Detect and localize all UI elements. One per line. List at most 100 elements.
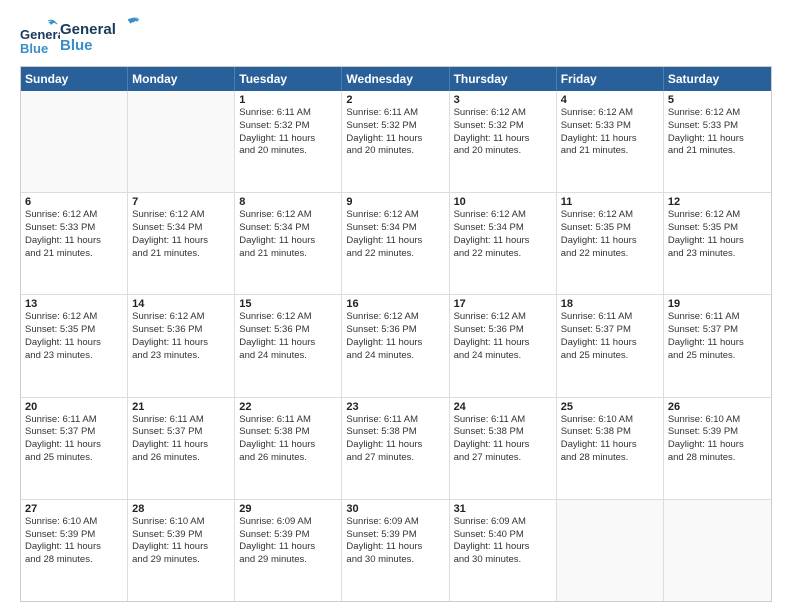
day-number: 10 [454,196,552,208]
cell-info-line: Sunset: 5:32 PM [454,120,552,133]
calendar-cell: 24Sunrise: 6:11 AMSunset: 5:38 PMDayligh… [450,398,557,499]
calendar-cell: 15Sunrise: 6:12 AMSunset: 5:36 PMDayligh… [235,295,342,396]
calendar: SundayMondayTuesdayWednesdayThursdayFrid… [20,66,772,602]
cell-info-line: Sunset: 5:37 PM [561,324,659,337]
cell-info-line: Sunrise: 6:12 AM [25,209,123,222]
cell-info-line: Sunset: 5:39 PM [346,529,444,542]
cell-info-line: Daylight: 11 hours [346,541,444,554]
calendar-cell: 7Sunrise: 6:12 AMSunset: 5:34 PMDaylight… [128,193,235,294]
cell-info-line: and 26 minutes. [239,452,337,465]
cell-info-line: Sunset: 5:39 PM [239,529,337,542]
day-number: 23 [346,401,444,413]
cell-info-line: and 25 minutes. [25,452,123,465]
day-number: 4 [561,94,659,106]
cell-info-line: Sunrise: 6:11 AM [25,414,123,427]
calendar-cell: 17Sunrise: 6:12 AMSunset: 5:36 PMDayligh… [450,295,557,396]
day-number: 21 [132,401,230,413]
cell-info-line: Sunrise: 6:10 AM [25,516,123,529]
cell-info-line: and 21 minutes. [239,248,337,261]
day-number: 24 [454,401,552,413]
day-number: 22 [239,401,337,413]
cell-info-line: and 20 minutes. [239,145,337,158]
cell-info-line: Sunrise: 6:12 AM [561,209,659,222]
svg-text:Blue: Blue [20,41,48,56]
cell-info-line: and 30 minutes. [346,554,444,567]
cell-info-line: Sunrise: 6:12 AM [239,209,337,222]
calendar-cell: 6Sunrise: 6:12 AMSunset: 5:33 PMDaylight… [21,193,128,294]
cell-info-line: and 28 minutes. [668,452,767,465]
day-number: 2 [346,94,444,106]
cell-info-line: Sunrise: 6:12 AM [454,209,552,222]
cell-info-line: Daylight: 11 hours [239,337,337,350]
cell-info-line: Sunset: 5:38 PM [239,426,337,439]
cell-info-line: Sunset: 5:36 PM [239,324,337,337]
logo-general-text: General [60,21,116,38]
calendar-cell: 16Sunrise: 6:12 AMSunset: 5:36 PMDayligh… [342,295,449,396]
day-number: 12 [668,196,767,208]
cell-info-line: Sunset: 5:32 PM [346,120,444,133]
day-number: 19 [668,298,767,310]
logo-icon: General Blue [20,17,60,57]
cell-info-line: Sunrise: 6:10 AM [132,516,230,529]
cell-info-line: Daylight: 11 hours [561,439,659,452]
cell-info-line: and 22 minutes. [561,248,659,261]
calendar-body: 1Sunrise: 6:11 AMSunset: 5:32 PMDaylight… [21,91,771,601]
cell-info-line: and 25 minutes. [561,350,659,363]
cell-info-line: Sunset: 5:32 PM [239,120,337,133]
day-number: 26 [668,401,767,413]
cell-info-line: Sunrise: 6:12 AM [454,107,552,120]
cell-info-line: Daylight: 11 hours [25,541,123,554]
cell-info-line: Daylight: 11 hours [668,133,767,146]
cell-info-line: Sunrise: 6:11 AM [346,414,444,427]
cell-info-line: Daylight: 11 hours [132,439,230,452]
cell-info-line: and 28 minutes. [561,452,659,465]
cell-info-line: Daylight: 11 hours [25,235,123,248]
cell-info-line: Sunset: 5:35 PM [25,324,123,337]
calendar-cell [21,91,128,192]
cell-info-line: Sunrise: 6:12 AM [668,209,767,222]
cell-info-line: Sunrise: 6:12 AM [668,107,767,120]
page: General Blue General Blue SundayMondayT [0,0,792,612]
calendar-cell: 28Sunrise: 6:10 AMSunset: 5:39 PMDayligh… [128,500,235,601]
day-number: 16 [346,298,444,310]
day-number: 29 [239,503,337,515]
cell-info-line: and 20 minutes. [454,145,552,158]
cell-info-line: and 26 minutes. [132,452,230,465]
cell-info-line: Daylight: 11 hours [346,337,444,350]
cell-info-line: and 29 minutes. [239,554,337,567]
cell-info-line: and 21 minutes. [668,145,767,158]
day-number: 27 [25,503,123,515]
cell-info-line: Sunset: 5:33 PM [25,222,123,235]
weekday-header-friday: Friday [557,67,664,91]
cell-info-line: and 24 minutes. [346,350,444,363]
day-number: 1 [239,94,337,106]
cell-info-line: Sunset: 5:35 PM [561,222,659,235]
cell-info-line: and 29 minutes. [132,554,230,567]
cell-info-line: Sunset: 5:36 PM [454,324,552,337]
cell-info-line: Sunrise: 6:11 AM [239,107,337,120]
cell-info-line: Daylight: 11 hours [346,439,444,452]
calendar-cell: 13Sunrise: 6:12 AMSunset: 5:35 PMDayligh… [21,295,128,396]
weekday-header-sunday: Sunday [21,67,128,91]
cell-info-line: Daylight: 11 hours [239,235,337,248]
cell-info-line: Sunrise: 6:12 AM [454,311,552,324]
cell-info-line: Sunset: 5:39 PM [668,426,767,439]
cell-info-line: Sunset: 5:36 PM [132,324,230,337]
day-number: 25 [561,401,659,413]
calendar-row-5: 27Sunrise: 6:10 AMSunset: 5:39 PMDayligh… [21,499,771,601]
day-number: 8 [239,196,337,208]
cell-info-line: Daylight: 11 hours [132,337,230,350]
cell-info-line: Sunset: 5:34 PM [132,222,230,235]
cell-info-line: Daylight: 11 hours [239,541,337,554]
cell-info-line: and 27 minutes. [454,452,552,465]
cell-info-line: Daylight: 11 hours [239,133,337,146]
calendar-cell: 12Sunrise: 6:12 AMSunset: 5:35 PMDayligh… [664,193,771,294]
cell-info-line: Sunset: 5:34 PM [346,222,444,235]
calendar-cell: 27Sunrise: 6:10 AMSunset: 5:39 PMDayligh… [21,500,128,601]
weekday-header-saturday: Saturday [664,67,771,91]
calendar-row-4: 20Sunrise: 6:11 AMSunset: 5:37 PMDayligh… [21,397,771,499]
cell-info-line: Daylight: 11 hours [346,235,444,248]
cell-info-line: Daylight: 11 hours [454,133,552,146]
cell-info-line: Sunset: 5:40 PM [454,529,552,542]
cell-info-line: Sunrise: 6:10 AM [668,414,767,427]
